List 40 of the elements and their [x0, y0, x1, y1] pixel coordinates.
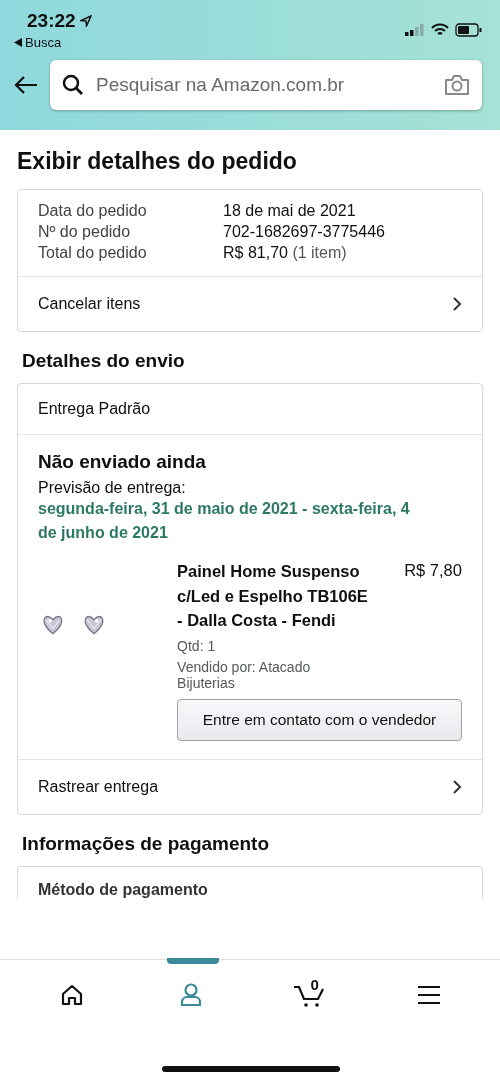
- section-heading: Informações de pagamento: [22, 832, 271, 855]
- battery-icon: [455, 23, 482, 37]
- field-value: R$ 81,70 (1 item): [223, 244, 348, 262]
- signal-icon: [405, 24, 425, 36]
- nav-tab[interactable]: 0: [259, 960, 360, 1030]
- chevron-right-icon: [452, 296, 462, 312]
- field-value: 702-1682697-3775446: [223, 223, 386, 241]
- back-triangle-icon[interactable]: [14, 38, 22, 47]
- location-icon: [79, 15, 92, 27]
- delivery-estimate: segunda-feira, 31 de maio de 2021 - sexta-feira, 4 de junho de 2021: [38, 499, 411, 543]
- seller-name: Vendido por: Atacado Bijuterias: [177, 658, 312, 691]
- section-heading: Detalhes do envio: [22, 350, 186, 372]
- status-time: 23:22: [27, 10, 76, 32]
- page-title: Exibir detalhes do pedido: [17, 148, 298, 175]
- product-price: R$ 7,80: [404, 560, 462, 581]
- field-label: Data do pedido: [38, 202, 148, 220]
- chevron-right-icon: [452, 778, 462, 795]
- quantity: Qtd: 1: [177, 637, 217, 654]
- cart-count: 0: [310, 976, 319, 993]
- field-label: Total do pedido: [38, 244, 148, 262]
- product-title[interactable]: Painel Home Suspenso c/Led e Espelho TB106E - Dalla Costa - Fendi: [177, 559, 370, 633]
- search-bar[interactable]: Pesquisar na Amazon.com.br: [50, 60, 482, 110]
- search-field[interactable]: Pesquisar na Amazon.com.br: [94, 73, 434, 97]
- back-to-app-link[interactable]: Busca: [25, 35, 62, 50]
- camera-icon[interactable]: [444, 74, 470, 96]
- menu-icon: [416, 985, 441, 1005]
- field-label: Nº do pedido: [38, 223, 132, 241]
- track-delivery-link[interactable]: Rastrear entrega: [18, 758, 482, 814]
- home-icon: [59, 984, 84, 1006]
- search-icon: [62, 74, 84, 96]
- shipping-method: Entrega Padrão: [37, 399, 152, 419]
- payment-method-label: Método de pagamento: [38, 880, 208, 898]
- shipment-status: Não enviado ainda: [38, 451, 207, 473]
- wifi-icon: [431, 23, 449, 37]
- field-value: 18 de mai de 2021: [223, 202, 357, 220]
- person-icon: [179, 983, 202, 1007]
- back-arrow-icon[interactable]: [14, 75, 38, 95]
- cancel-items-link[interactable]: Cancelar itens: [18, 276, 482, 331]
- delivery-estimate-label: Previsão de entrega:: [38, 479, 187, 497]
- contact-seller-button[interactable]: Entre em contato com o vendedor: [177, 698, 462, 741]
